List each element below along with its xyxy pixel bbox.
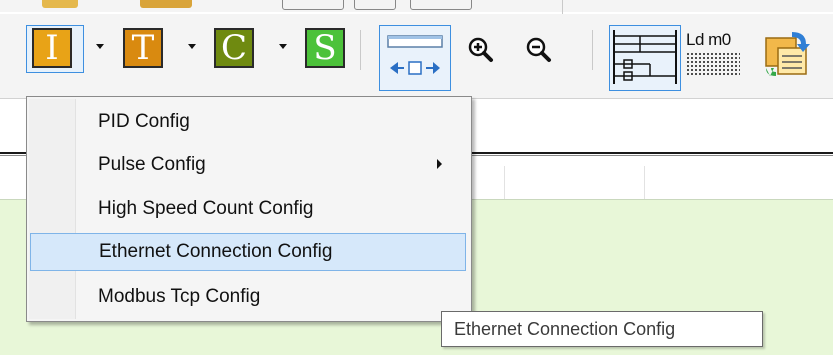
tooltip: Ethernet Connection Config xyxy=(441,311,763,347)
menu-item-modbus-tcp-config[interactable]: Modbus Tcp Config xyxy=(30,278,466,316)
convert-icon xyxy=(765,32,810,76)
menu-item-pulse-config[interactable]: Pulse Config xyxy=(30,146,466,184)
submenu-arrow-icon xyxy=(437,159,442,169)
insert-s-button[interactable]: S xyxy=(305,28,345,68)
instruction-dots xyxy=(686,52,740,76)
toolbar-button-fragment xyxy=(282,0,344,10)
zoom-out-icon xyxy=(526,37,551,62)
toolbar-button-fragment xyxy=(42,0,78,8)
menu-item-label: High Speed Count Config xyxy=(98,198,314,219)
insert-dropdown-menu: PID Config Pulse Config High Speed Count… xyxy=(26,96,472,322)
ladder-diagram-button[interactable] xyxy=(609,25,681,91)
column-guide xyxy=(644,166,645,200)
insert-i-button[interactable]: I xyxy=(32,28,72,68)
zoom-out-button[interactable] xyxy=(524,36,554,66)
zoom-in-icon xyxy=(468,37,493,62)
toolbar-button-fragment xyxy=(354,0,396,10)
toolbar-separator xyxy=(360,30,361,70)
instruction-list-button[interactable]: Ld m0 xyxy=(686,30,746,80)
insert-t-button[interactable]: T xyxy=(123,28,163,68)
instruction-list-icon: Ld m0 xyxy=(686,30,746,80)
zoom-in-button[interactable] xyxy=(466,36,496,66)
chevron-down-icon[interactable] xyxy=(279,44,287,49)
instruction-label: Ld m0 xyxy=(686,30,731,49)
toolbar-separator xyxy=(592,30,593,70)
previous-toolbar-row xyxy=(0,0,833,16)
menu-item-pid-config[interactable]: PID Config xyxy=(30,103,466,141)
ladder-diagram-icon xyxy=(613,30,677,84)
layout-icon xyxy=(387,35,443,75)
toolbar-button-fragment xyxy=(140,0,192,8)
menu-item-ethernet-connection-config[interactable]: Ethernet Connection Config xyxy=(30,233,466,271)
menu-item-label: Ethernet Connection Config xyxy=(99,241,333,262)
menu-item-high-speed-count-config[interactable]: High Speed Count Config xyxy=(30,190,466,228)
column-guide xyxy=(504,166,505,200)
menu-item-label: Modbus Tcp Config xyxy=(98,286,261,307)
chevron-down-icon[interactable] xyxy=(96,44,104,49)
menu-item-label: Pulse Config xyxy=(98,154,206,175)
menu-item-label: PID Config xyxy=(98,111,190,132)
toolbar-button-fragment xyxy=(410,0,472,10)
tooltip-text: Ethernet Connection Config xyxy=(454,318,676,339)
convert-button[interactable] xyxy=(762,28,812,78)
insert-c-button[interactable]: C xyxy=(214,28,254,68)
chevron-down-icon[interactable] xyxy=(188,44,196,49)
layout-button[interactable] xyxy=(379,25,451,91)
